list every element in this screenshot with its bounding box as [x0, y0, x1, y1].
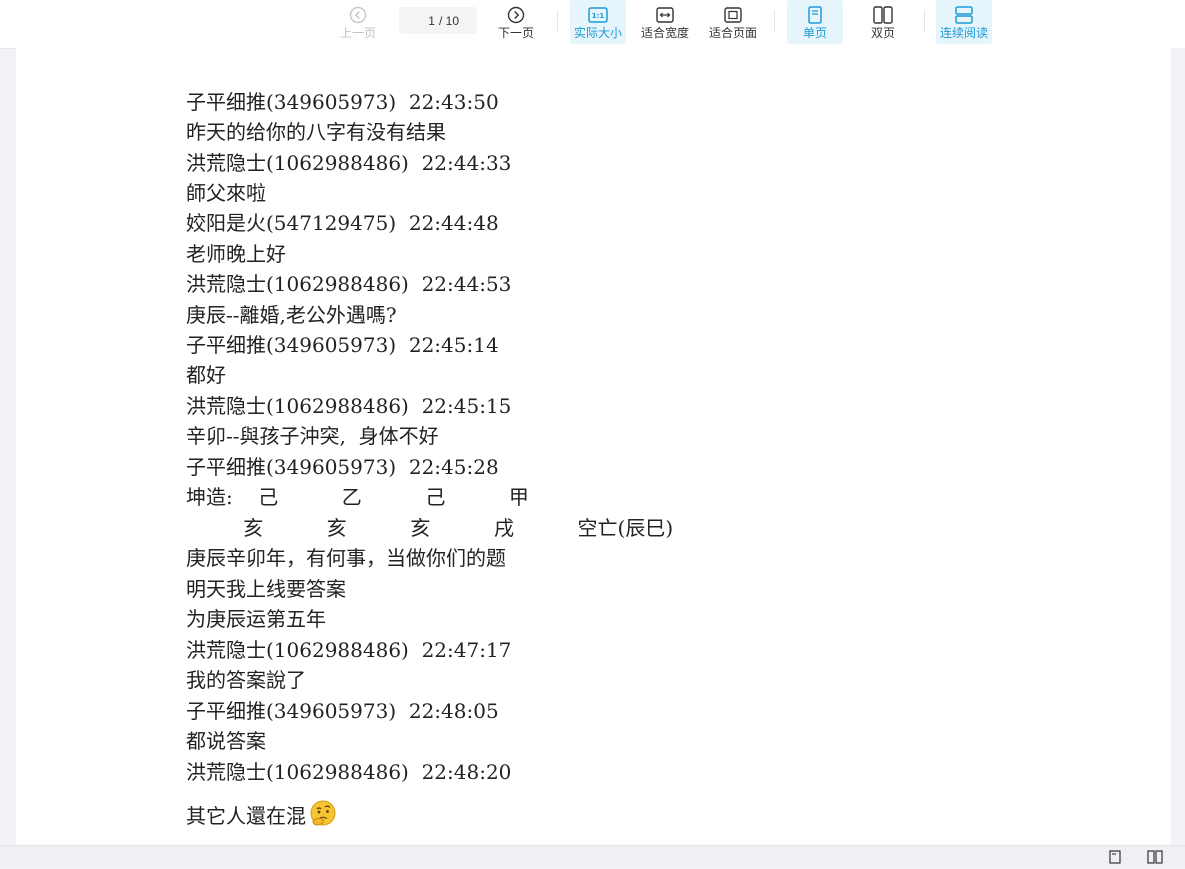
- double-page-icon: [873, 4, 893, 26]
- continuous-reading-label: 连续阅读: [939, 26, 988, 40]
- toolbar-divider: [774, 10, 775, 32]
- double-page-view-icon[interactable]: [1147, 850, 1163, 864]
- chat-line: 洪荒隐士(1062988486) 22:44:53: [186, 272, 512, 296]
- continuous-reading-button[interactable]: 连续阅读: [936, 0, 992, 44]
- viewer-toolbar: 上一页 / 10 下一页 1:1 实际大小 适合宽度 适合页面 单页: [0, 0, 1185, 49]
- chat-line: 洪荒隐士(1062988486) 22:47:17: [186, 638, 512, 662]
- actual-size-button[interactable]: 1:1 实际大小: [570, 0, 626, 44]
- fit-width-label: 适合宽度: [640, 26, 689, 40]
- toolbar-divider: [924, 10, 925, 32]
- actual-size-icon: 1:1: [588, 4, 608, 26]
- chat-line: 子平细推(349605973) 22:45:14: [186, 333, 499, 357]
- next-page-label: 下一页: [497, 26, 534, 40]
- document-page: 子平细推(349605973) 22:43:50 昨天的给你的八字有没有结果 洪…: [16, 48, 1171, 845]
- chat-line: 子平细推(349605973) 22:43:50: [186, 90, 499, 114]
- fit-width-icon: [656, 4, 674, 26]
- chat-line: 亥 亥 亥 戌 空亡(辰巳): [186, 516, 674, 540]
- fit-page-label: 适合页面: [708, 26, 757, 40]
- chat-line: 師父來啦: [186, 181, 266, 205]
- prev-page-button[interactable]: 上一页: [336, 0, 380, 44]
- next-page-button[interactable]: 下一页: [494, 0, 538, 44]
- chat-line: 子平细推(349605973) 22:48:05: [186, 699, 499, 723]
- chat-line: 坤造: 己 乙 己 甲: [186, 485, 529, 509]
- chat-line-last: 其它人還在混: [186, 799, 338, 829]
- chat-line: 姣阳是火(547129475) 22:44:48: [186, 211, 499, 235]
- fit-width-button[interactable]: 适合宽度: [637, 0, 693, 44]
- fit-page-icon: [724, 4, 742, 26]
- page-number-input[interactable]: [416, 13, 435, 28]
- vertical-scrollbar[interactable]: [1171, 48, 1185, 845]
- chat-line: 洪荒隐士(1062988486) 22:45:15: [186, 394, 512, 418]
- chat-line: 洪荒隐士(1062988486) 22:48:20: [186, 760, 512, 784]
- double-page-button[interactable]: 双页: [855, 0, 911, 44]
- actual-size-label: 实际大小: [573, 26, 622, 40]
- thinking-face-emoji-icon: [308, 799, 338, 829]
- chat-line: 庚辰辛卯年，有何事，当做你们的题: [186, 546, 506, 570]
- page-indicator: / 10: [399, 7, 477, 34]
- chat-line: 都好: [186, 363, 226, 387]
- double-page-label: 双页: [870, 26, 895, 40]
- chat-line: 明天我上线要答案: [186, 577, 346, 601]
- chat-line: 子平细推(349605973) 22:45:28: [186, 455, 499, 479]
- single-page-label: 单页: [802, 26, 827, 40]
- svg-text:1:1: 1:1: [592, 12, 605, 20]
- page-total: / 10: [438, 13, 459, 28]
- chevron-right-circle-icon: [507, 4, 525, 26]
- chat-line: 我的答案說了: [186, 668, 306, 692]
- status-bar: [0, 845, 1185, 866]
- single-page-view-icon[interactable]: [1108, 850, 1124, 864]
- fit-page-button[interactable]: 适合页面: [705, 0, 761, 44]
- chevron-left-circle-icon: [349, 4, 367, 26]
- chat-line: 洪荒隐士(1062988486) 22:44:33: [186, 151, 512, 175]
- chat-line: 都说答案: [186, 729, 266, 753]
- chat-line: 昨天的给你的八字有没有结果: [186, 120, 446, 144]
- chat-line: 为庚辰运第五年: [186, 607, 326, 631]
- prev-page-label: 上一页: [339, 26, 376, 40]
- toolbar-divider: [557, 10, 558, 32]
- chat-text: 其它人還在混: [186, 804, 306, 828]
- chat-line: 庚辰--離婚,老公外遇嗎?: [186, 303, 397, 327]
- chat-line: 辛卯--與孩子沖突, 身体不好: [186, 424, 439, 448]
- chat-line: 老师晚上好: [186, 242, 286, 266]
- single-page-button[interactable]: 单页: [787, 0, 843, 44]
- single-page-icon: [808, 4, 822, 26]
- continuous-reading-icon: [955, 4, 973, 26]
